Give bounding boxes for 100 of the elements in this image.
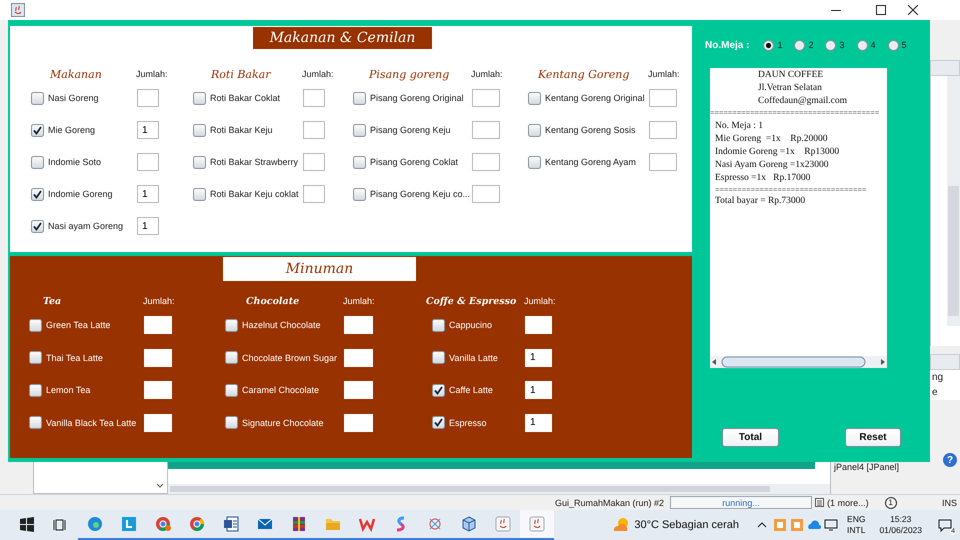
- quantity-field[interactable]: 1: [137, 217, 159, 235]
- archive-icon[interactable]: [291, 516, 307, 532]
- checkbox[interactable]: [193, 124, 206, 136]
- notification-badge[interactable]: 1: [884, 496, 897, 509]
- checkbox[interactable]: [193, 156, 206, 168]
- item-label: Nasi ayam Goreng: [48, 221, 124, 231]
- checkbox[interactable]: [31, 124, 44, 136]
- quantity-field[interactable]: [472, 153, 500, 171]
- radio-button[interactable]: [763, 40, 774, 50]
- tasks-icon[interactable]: [815, 498, 824, 508]
- mind-map-icon[interactable]: [427, 516, 443, 532]
- clock[interactable]: 15:23 01/06/2023: [879, 514, 922, 536]
- item-label: Roti Bakar Coklat: [210, 93, 280, 103]
- weather-text[interactable]: 30°C Sebagian cerah: [634, 519, 740, 531]
- progress-field: running...: [670, 496, 812, 510]
- cube-icon[interactable]: [461, 516, 477, 532]
- tasks-text[interactable]: (1 more...): [827, 498, 869, 508]
- checkbox[interactable]: [432, 384, 445, 397]
- close-icon[interactable]: [908, 5, 918, 15]
- checkbox[interactable]: [31, 188, 44, 200]
- office-icon[interactable]: [359, 516, 375, 532]
- checkbox[interactable]: [528, 124, 541, 136]
- maximize-icon[interactable]: [876, 5, 886, 15]
- quantity-field[interactable]: [649, 89, 677, 107]
- item-label: Pisang Goreng Coklat: [370, 157, 458, 167]
- quantity-field[interactable]: [472, 89, 500, 107]
- checkbox[interactable]: [528, 92, 541, 104]
- app-icon[interactable]: [790, 518, 804, 532]
- item-label: Vanilla Black Tea Latte: [46, 418, 136, 428]
- quantity-field[interactable]: [649, 121, 677, 139]
- category-heading: Pisang goreng: [369, 68, 450, 80]
- checkbox[interactable]: [432, 318, 445, 332]
- quantity-field[interactable]: 1: [525, 414, 552, 432]
- checkbox[interactable]: [31, 156, 44, 168]
- checkbox[interactable]: [225, 351, 238, 364]
- radio-button[interactable]: [856, 40, 868, 50]
- checkbox[interactable]: [432, 416, 445, 430]
- quantity-field[interactable]: 1: [525, 348, 552, 367]
- item-label: Mie Goreng: [48, 125, 96, 135]
- quantity-field[interactable]: [303, 153, 325, 171]
- checkbox[interactable]: [29, 351, 42, 364]
- checkbox[interactable]: [193, 92, 206, 104]
- chrome-icon[interactable]: [155, 516, 171, 532]
- item-label: Espresso: [449, 418, 487, 428]
- property-text: e: [930, 385, 960, 400]
- help-icon[interactable]: ?: [943, 453, 957, 468]
- quantity-field[interactable]: [137, 153, 159, 171]
- checkbox[interactable]: [225, 318, 238, 332]
- scrollbar[interactable]: [168, 484, 830, 494]
- chevron-down-icon[interactable]: [156, 483, 164, 490]
- action-button[interactable]: Total: [722, 428, 779, 447]
- quantity-field[interactable]: 1: [137, 121, 159, 139]
- quantity-field[interactable]: [303, 185, 325, 203]
- checkbox[interactable]: [225, 416, 238, 430]
- checkbox[interactable]: [432, 351, 445, 364]
- mail-icon[interactable]: [257, 516, 273, 532]
- chrome-icon[interactable]: [189, 516, 205, 532]
- quantity-field[interactable]: [303, 89, 325, 107]
- checkbox[interactable]: [353, 156, 366, 168]
- checkbox[interactable]: [353, 188, 366, 200]
- item-label: Pisang Goreng Original: [370, 93, 464, 103]
- item-label: Roti Bakar Strawberry: [210, 157, 298, 167]
- time-text: 15:23: [890, 514, 912, 525]
- checkbox[interactable]: [29, 416, 42, 430]
- chevron-up-icon[interactable]: [757, 522, 768, 528]
- browser-icon[interactable]: [87, 516, 103, 532]
- quantity-field[interactable]: [303, 121, 325, 139]
- radio-button[interactable]: [888, 40, 899, 50]
- checkbox[interactable]: [29, 384, 42, 397]
- checkbox[interactable]: [353, 92, 366, 104]
- app-icon[interactable]: [773, 518, 788, 532]
- action-button[interactable]: Reset: [845, 428, 901, 447]
- radio-button[interactable]: [825, 40, 836, 50]
- radio-label: 3: [839, 40, 844, 50]
- checkbox[interactable]: [31, 92, 44, 104]
- monitor-icon[interactable]: [824, 518, 838, 532]
- category-heading: Tea: [43, 296, 62, 306]
- quantity-label: Jumlah:: [136, 69, 168, 79]
- item-label: Kentang Goreng Sosis: [545, 125, 636, 135]
- weather-icon[interactable]: [612, 517, 630, 533]
- scrollbar[interactable]: [710, 356, 887, 368]
- radio-button[interactable]: [794, 40, 806, 50]
- quantity-field[interactable]: [472, 185, 500, 203]
- checkbox[interactable]: [193, 188, 206, 200]
- quantity-field[interactable]: 1: [525, 381, 552, 400]
- quantity-field[interactable]: [649, 153, 677, 171]
- scrollbar[interactable]: [947, 76, 960, 326]
- notification-icon[interactable]: [938, 518, 952, 532]
- language-indicator[interactable]: ENG INTL: [847, 514, 866, 536]
- letter-tile-icon[interactable]: [121, 516, 137, 532]
- quantity-field[interactable]: [472, 121, 500, 139]
- document-icon[interactable]: [223, 516, 239, 532]
- quantity-field[interactable]: [137, 89, 159, 107]
- checkbox[interactable]: [528, 156, 541, 168]
- checkbox[interactable]: [29, 318, 42, 332]
- checkbox[interactable]: [31, 220, 44, 232]
- checkbox[interactable]: [225, 384, 238, 397]
- checkbox[interactable]: [353, 124, 366, 136]
- quantity-field[interactable]: 1: [137, 185, 159, 203]
- item-label: Green Tea Latte: [46, 320, 110, 330]
